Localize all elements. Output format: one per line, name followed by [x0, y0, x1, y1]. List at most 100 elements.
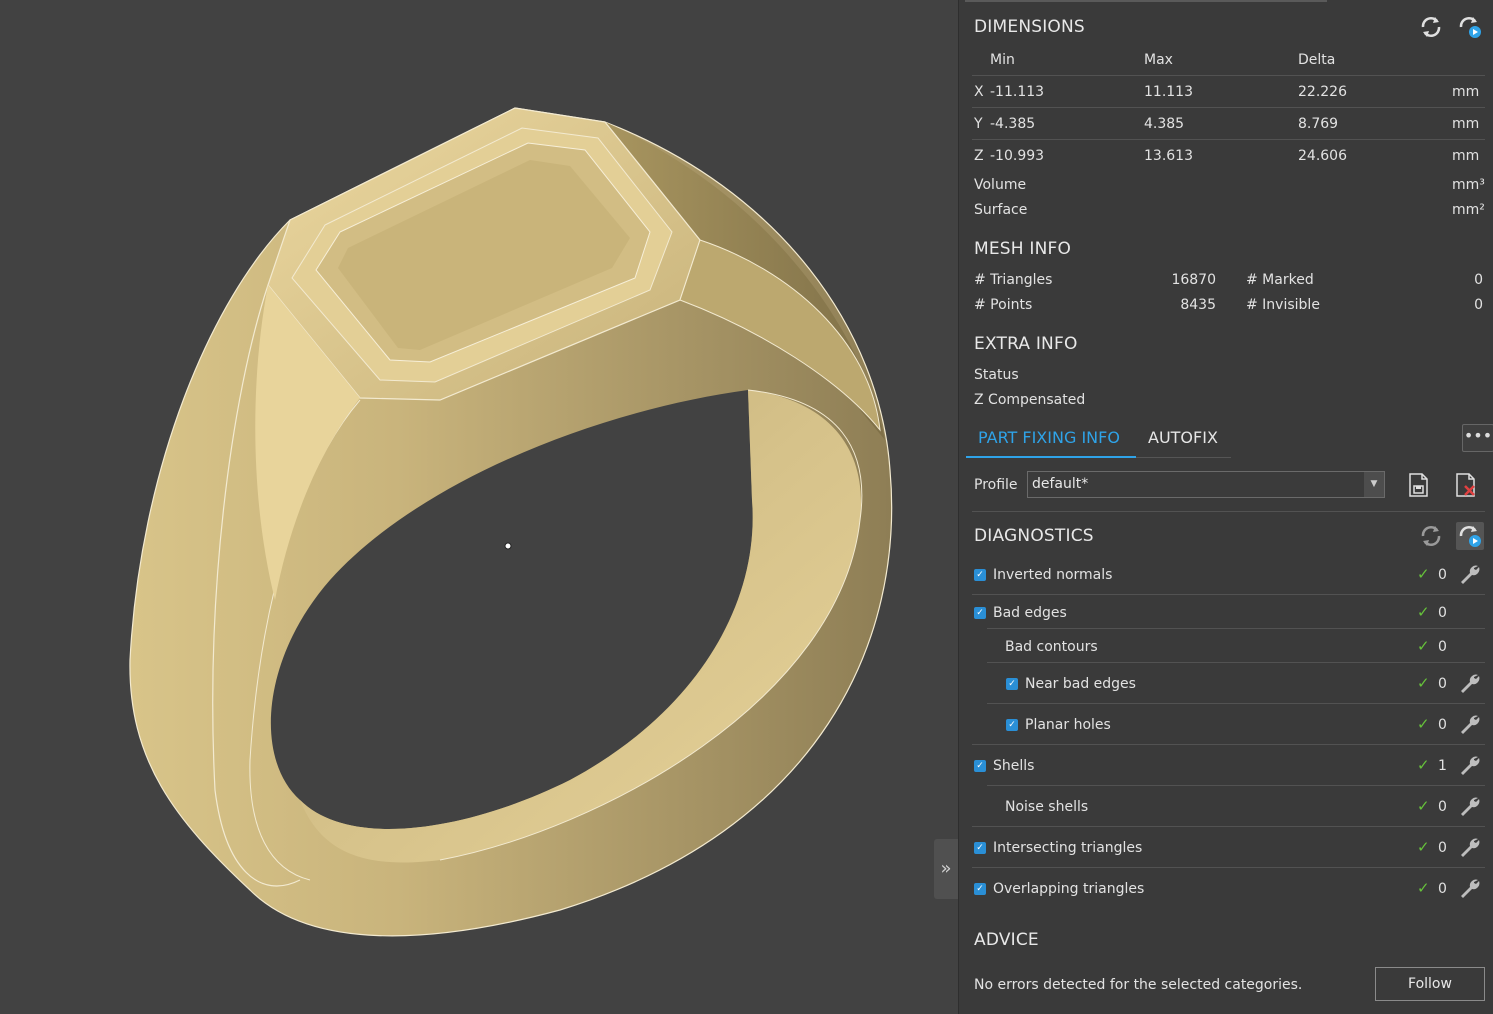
auto-diagnostics-icon[interactable] [1456, 522, 1484, 550]
dim-x-min: -11.113 [990, 84, 1045, 100]
chevron-down-icon: ▼ [1364, 472, 1384, 497]
dim-header-max: Max [1144, 52, 1173, 68]
inverted-normals-checkbox[interactable]: ✓ [974, 569, 986, 581]
z-compensated-label: Z Compensated [974, 392, 1086, 408]
follow-button[interactable]: Follow [1375, 967, 1485, 1001]
dim-z-min: -10.993 [990, 148, 1045, 164]
dimensions-title: DIMENSIONS [974, 17, 1085, 37]
divider [972, 826, 1485, 827]
wrench-icon[interactable] [1458, 713, 1482, 737]
dim-x-delta: 22.226 [1298, 84, 1347, 100]
volume-label: Volume [974, 177, 1027, 193]
marked-label: # Marked [1246, 272, 1314, 288]
mesh-info-title: MESH INFO [974, 239, 1072, 259]
noise-shells-label: Noise shells [1005, 799, 1089, 815]
profile-value: default* [1032, 476, 1089, 492]
ok-check-icon: ✓ [1417, 565, 1430, 583]
surface-label: Surface [974, 202, 1028, 218]
divider [987, 662, 1485, 663]
ok-check-icon: ✓ [1417, 756, 1430, 774]
divider [972, 107, 1485, 108]
marked-value: 0 [1474, 272, 1483, 288]
invisible-value: 0 [1474, 297, 1483, 313]
tab-autofix[interactable]: AUTOFIX [1148, 428, 1218, 447]
divider [972, 139, 1485, 140]
divider [972, 511, 1485, 512]
active-tab-indicator [966, 456, 1136, 458]
ok-check-icon: ✓ [1417, 879, 1430, 897]
divider [987, 628, 1485, 629]
dim-y-min: -4.385 [990, 116, 1036, 132]
shells-count: 1 [1438, 758, 1447, 774]
bad-contours-label: Bad contours [1005, 639, 1098, 655]
points-label: # Points [974, 297, 1033, 313]
overlapping-triangles-checkbox[interactable]: ✓ [974, 883, 986, 895]
refresh-diagnostics-icon[interactable] [1417, 522, 1445, 550]
points-value: 8435 [1180, 297, 1216, 313]
bad-edges-label: Bad edges [993, 605, 1067, 621]
overlapping-triangles-count: 0 [1438, 881, 1447, 897]
volume-unit: mm³ [1452, 177, 1485, 193]
dim-header-delta: Delta [1298, 52, 1336, 68]
dim-z-delta: 24.606 [1298, 148, 1347, 164]
planar-holes-label: Planar holes [1025, 717, 1111, 733]
more-options-button[interactable]: ••• [1462, 424, 1493, 452]
near-bad-edges-count: 0 [1438, 676, 1447, 692]
3d-viewport[interactable]: » [0, 0, 958, 1014]
diagnostics-title: DIAGNOSTICS [974, 526, 1094, 546]
ok-check-icon: ✓ [1417, 838, 1430, 856]
wrench-icon[interactable] [1458, 836, 1482, 860]
delete-profile-icon[interactable] [1452, 471, 1480, 499]
ok-check-icon: ✓ [1417, 797, 1430, 815]
overlapping-triangles-label: Overlapping triangles [993, 881, 1145, 897]
advice-title: ADVICE [974, 930, 1039, 950]
wrench-icon[interactable] [1458, 563, 1482, 587]
tab-part-fixing-info[interactable]: PART FIXING INFO [978, 428, 1120, 447]
dim-axis-x: X [974, 84, 984, 100]
shells-label: Shells [993, 758, 1035, 774]
bad-edges-checkbox[interactable]: ✓ [974, 607, 986, 619]
dim-header-min: Min [990, 52, 1015, 68]
wrench-icon[interactable] [1458, 795, 1482, 819]
profile-select[interactable]: default* ▼ [1027, 471, 1385, 498]
status-label: Status [974, 367, 1019, 383]
intersecting-triangles-checkbox[interactable]: ✓ [974, 842, 986, 854]
tab-divider [1136, 457, 1231, 458]
dim-y-max: 4.385 [1144, 116, 1185, 132]
triangles-label: # Triangles [974, 272, 1053, 288]
shells-checkbox[interactable]: ✓ [974, 760, 986, 772]
ok-check-icon: ✓ [1417, 603, 1430, 621]
advice-message: No errors detected for the selected cate… [974, 977, 1303, 993]
divider [987, 785, 1485, 786]
planar-holes-checkbox[interactable]: ✓ [1006, 719, 1018, 731]
wrench-icon[interactable] [1458, 672, 1482, 696]
wrench-icon[interactable] [1458, 754, 1482, 778]
collapse-panel-button[interactable]: » [934, 839, 958, 899]
auto-refresh-icon[interactable] [1456, 13, 1484, 41]
profile-label: Profile [974, 477, 1018, 493]
near-bad-edges-checkbox[interactable]: ✓ [1006, 678, 1018, 690]
inverted-normals-count: 0 [1438, 567, 1447, 583]
dim-x-max: 11.113 [1144, 84, 1193, 100]
dim-axis-z: Z [974, 148, 984, 164]
divider [972, 744, 1485, 745]
dim-axis-y: Y [974, 116, 983, 132]
intersecting-triangles-label: Intersecting triangles [993, 840, 1143, 856]
bad-edges-count: 0 [1438, 605, 1447, 621]
triangles-value: 16870 [1171, 272, 1216, 288]
ok-check-icon: ✓ [1417, 715, 1430, 733]
dim-y-delta: 8.769 [1298, 116, 1339, 132]
refresh-icon[interactable] [1417, 13, 1445, 41]
divider [972, 75, 1485, 76]
dim-y-unit: mm [1452, 116, 1480, 132]
properties-panel: DIMENSIONS Min Max Delta X -11.113 11.11… [958, 0, 1493, 1014]
save-profile-icon[interactable] [1405, 471, 1433, 499]
bad-contours-count: 0 [1438, 639, 1447, 655]
near-bad-edges-label: Near bad edges [1025, 676, 1136, 692]
ring-model[interactable] [0, 0, 958, 1014]
planar-holes-count: 0 [1438, 717, 1447, 733]
extra-info-title: EXTRA INFO [974, 334, 1078, 354]
divider [987, 703, 1485, 704]
wrench-icon[interactable] [1458, 877, 1482, 901]
divider [972, 594, 1485, 595]
